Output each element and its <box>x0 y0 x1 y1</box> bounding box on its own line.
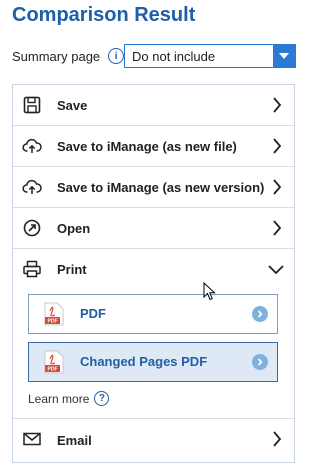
print-label: Print <box>57 261 87 277</box>
pdf-file-icon: PDF <box>44 350 64 374</box>
save-imanage-new-version-row[interactable]: Save to iManage (as new version) <box>13 167 294 208</box>
save-row[interactable]: Save <box>13 85 294 126</box>
email-label: Email <box>57 432 92 448</box>
pdf-button[interactable]: PDF PDF <box>28 294 278 334</box>
arrow-right-icon <box>252 354 268 370</box>
info-icon[interactable]: i <box>108 48 125 64</box>
page-title: Comparison Result <box>12 4 196 26</box>
chevron-right-icon <box>273 138 282 154</box>
chevron-down-icon[interactable] <box>273 45 295 67</box>
print-row[interactable]: Print <box>13 249 294 289</box>
cloud-upload-icon <box>22 138 42 153</box>
save-label: Save <box>57 97 88 113</box>
summary-page-label: Summary page <box>12 48 101 64</box>
chevron-right-icon <box>273 97 282 113</box>
arrow-right-icon <box>252 306 268 322</box>
cloud-upload-icon <box>22 179 42 194</box>
chevron-right-icon <box>273 179 282 195</box>
help-icon[interactable]: ? <box>94 391 110 406</box>
summary-page-value: Do not include <box>132 48 216 64</box>
summary-page-row: Summary page i Do not include <box>12 44 296 68</box>
save-icon <box>23 96 41 114</box>
open-icon <box>23 219 41 237</box>
printer-icon <box>23 260 41 278</box>
changed-pages-pdf-label: Changed Pages PDF <box>80 354 208 369</box>
save-imanage-new-file-label: Save to iManage (as new file) <box>57 138 237 154</box>
learn-more-label: Learn more <box>28 391 90 406</box>
email-row[interactable]: Email <box>13 418 294 461</box>
pdf-label: PDF <box>80 306 106 321</box>
open-label: Open <box>57 220 91 236</box>
open-row[interactable]: Open <box>13 208 294 249</box>
pdf-icon-text: PDF <box>48 319 58 325</box>
mail-icon <box>23 432 41 446</box>
mouse-cursor-icon <box>203 282 216 301</box>
changed-pages-pdf-button[interactable]: PDF Changed Pages PDF <box>28 342 278 382</box>
pdf-icon-text: PDF <box>48 367 58 373</box>
save-imanage-new-version-label: Save to iManage (as new version) <box>57 179 265 195</box>
learn-more-link[interactable]: Learn more ? <box>28 391 110 406</box>
actions-panel: Save Save to iManage (as new file) Save … <box>12 84 295 463</box>
chevron-right-icon <box>273 431 282 447</box>
save-imanage-new-file-row[interactable]: Save to iManage (as new file) <box>13 126 294 167</box>
chevron-right-icon <box>273 220 282 236</box>
summary-page-dropdown[interactable]: Do not include <box>124 44 296 68</box>
chevron-down-icon <box>268 265 284 274</box>
pdf-file-icon: PDF <box>44 302 64 326</box>
